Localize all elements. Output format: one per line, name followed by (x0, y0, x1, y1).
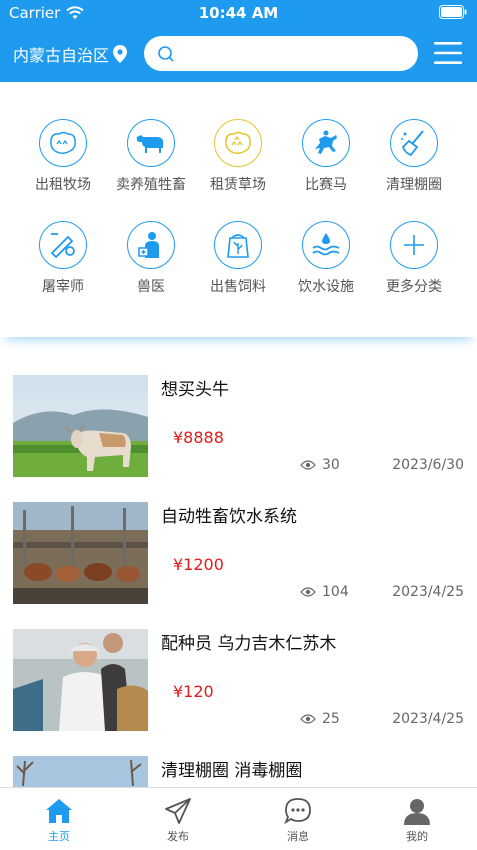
view-count-value: 25 (322, 711, 340, 727)
category-water-facility[interactable]: 饮水设施 (282, 221, 370, 301)
category-sell-feed[interactable]: 出售饲料 (194, 221, 282, 301)
tab-messages[interactable]: 消息 (263, 796, 333, 844)
search-input[interactable] (175, 36, 418, 71)
list-item[interactable]: 想买头牛 ¥8888 30 2023/6/30 (0, 372, 477, 482)
search-row: 内蒙古自治区 (0, 34, 477, 74)
category-label: 更多分类 (386, 279, 442, 295)
listing-price: ¥8888 (173, 428, 224, 447)
list-item[interactable]: 配种员 乌力吉木仁苏木 ¥120 25 2023/4/25 (0, 626, 477, 736)
eye-icon (300, 587, 316, 597)
category-rent-pasture[interactable]: 出租牧场 (19, 119, 107, 199)
category-label: 出售饲料 (210, 279, 266, 295)
eye-icon (300, 714, 316, 724)
category-more[interactable]: 更多分类 (370, 221, 458, 301)
listing-price: ¥1200 (173, 555, 224, 574)
status-time: 10:44 AM (198, 4, 279, 22)
category-label: 兽医 (137, 279, 165, 295)
search-icon (158, 45, 174, 62)
listing-photo-cow (13, 375, 148, 477)
location-pin-icon (113, 45, 128, 63)
plus-icon (390, 221, 438, 269)
paper-plane-icon (165, 798, 191, 824)
cattle-icon (127, 119, 175, 167)
home-icon (46, 799, 72, 823)
list-item[interactable]: 自动牲畜饮水系统 ¥1200 104 2023/4/25 (0, 499, 477, 609)
eye-icon (300, 460, 316, 470)
listing-date: 2023/4/25 (392, 711, 464, 727)
category-label: 清理棚圈 (386, 177, 442, 193)
category-horse-racing[interactable]: 比赛马 (282, 119, 370, 199)
category-veterinarian[interactable]: 兽医 (107, 221, 195, 301)
category-grid: 出租牧场 卖养殖牲畜 租赁草场 比赛马 清理棚圈 屠宰师 兽医 出售饲料 饮水设… (0, 82, 477, 337)
listing-date: 2023/6/30 (392, 457, 464, 473)
listing-title: 自动牲畜饮水系统 (161, 507, 297, 527)
category-label: 屠宰师 (42, 279, 84, 295)
listing-title: 清理棚圈 消毒棚圈 (161, 761, 303, 781)
menu-icon[interactable] (434, 41, 462, 65)
category-butcher[interactable]: 屠宰师 (19, 221, 107, 301)
listing-date: 2023/4/25 (392, 584, 464, 600)
cleaning-icon (390, 119, 438, 167)
listing-title: 想买头牛 (161, 380, 229, 400)
tab-home[interactable]: 主页 (24, 796, 94, 844)
search-box[interactable] (144, 36, 418, 71)
tab-label: 主页 (48, 830, 70, 843)
category-label: 饮水设施 (298, 279, 354, 295)
tab-label: 我的 (406, 830, 428, 843)
category-label: 比赛马 (305, 177, 347, 193)
bottom-tab-bar: 主页 发布 消息 我的 (0, 787, 477, 850)
tab-mine[interactable]: 我的 (382, 796, 452, 844)
location-label: 内蒙古自治区 (13, 46, 110, 65)
status-bar: Carrier 10:44 AM (0, 0, 477, 26)
view-count: 30 (300, 457, 340, 473)
category-label: 出租牧场 (35, 177, 91, 193)
listing-title: 配种员 乌力吉木仁苏木 (161, 634, 337, 654)
horse-racing-icon (302, 119, 350, 167)
category-clean-shed[interactable]: 清理棚圈 (370, 119, 458, 199)
category-lease-grassland[interactable]: 租赁草场 (194, 119, 282, 199)
chat-bubble-icon (284, 798, 311, 825)
pasture-icon (39, 119, 87, 167)
battery-icon (439, 5, 467, 19)
view-count: 104 (300, 584, 349, 600)
tab-label: 消息 (287, 830, 309, 843)
category-sell-livestock[interactable]: 卖养殖牲畜 (107, 119, 195, 199)
listing-photo-breeder (13, 629, 148, 731)
app-header: Carrier 10:44 AM 内蒙古自治区 (0, 0, 477, 82)
listing-price: ¥120 (173, 682, 214, 701)
tab-label: 发布 (167, 830, 189, 843)
user-icon (404, 799, 430, 825)
view-count-value: 30 (322, 457, 340, 473)
view-count-value: 104 (322, 584, 349, 600)
butcher-icon (39, 221, 87, 269)
location-selector[interactable]: 内蒙古自治区 (13, 42, 128, 66)
tab-publish[interactable]: 发布 (143, 796, 213, 844)
water-facility-icon (302, 221, 350, 269)
grassland-icon (214, 119, 262, 167)
category-label: 租赁草场 (210, 177, 266, 193)
veterinarian-icon (127, 221, 175, 269)
category-label: 卖养殖牲畜 (116, 177, 186, 193)
feed-icon (214, 221, 262, 269)
listing-photo-livestock-watering (13, 502, 148, 604)
view-count: 25 (300, 711, 340, 727)
